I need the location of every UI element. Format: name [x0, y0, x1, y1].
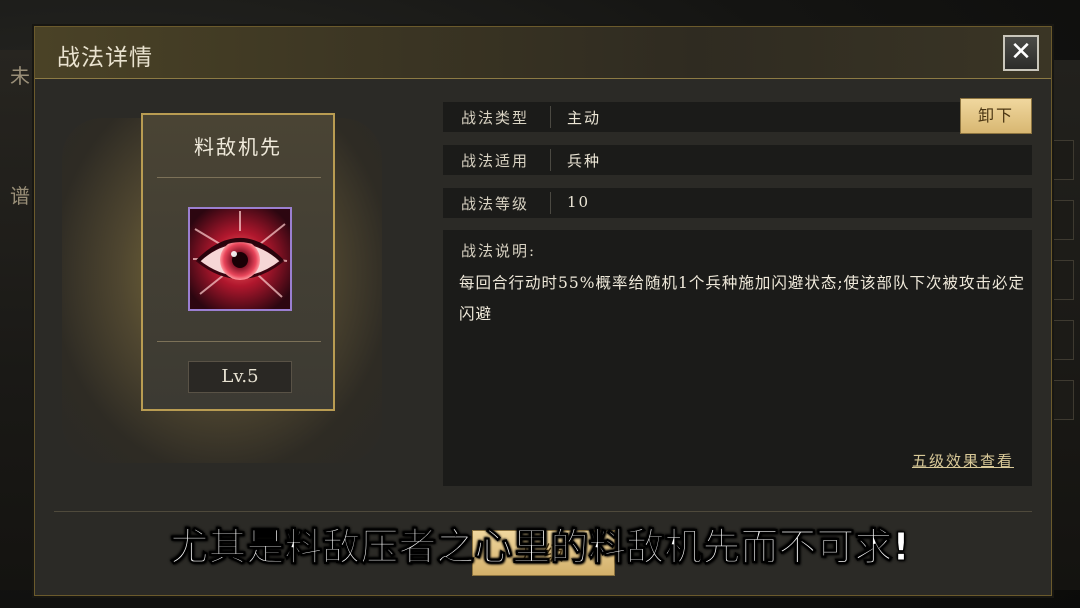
unequip-button[interactable]: 卸下 [960, 98, 1032, 134]
info-label: 战法适用 [461, 152, 530, 170]
info-label: 战法等级 [461, 195, 530, 213]
background-slot [1052, 200, 1074, 240]
info-value: 兵种 [567, 152, 602, 170]
info-separator [550, 106, 551, 128]
background-slot [1052, 380, 1074, 420]
description-box: 战法说明: 每回合行动时55%概率给随机1个兵种施加闪避状态;使该部队下次被攻击… [443, 230, 1032, 486]
bottom-divider [54, 511, 1032, 512]
info-value: 10 [567, 193, 591, 211]
info-separator [550, 149, 551, 171]
card-divider [157, 177, 321, 178]
background-slot [1052, 320, 1074, 360]
info-value: 主动 [567, 109, 602, 127]
info-separator [550, 192, 551, 214]
info-row-type: 战法类型 主动 [443, 102, 1032, 132]
close-button[interactable]: ✕ [1003, 35, 1039, 71]
info-row-applicable: 战法适用 兵种 [443, 145, 1032, 175]
info-label: 战法类型 [461, 109, 530, 127]
video-subtitle: 尤其是料敌压者之心里的料敌机先而不可求! [170, 525, 910, 570]
background-left-text: 未 [10, 64, 30, 88]
card-divider [157, 341, 321, 342]
description-title: 战法说明: [461, 242, 537, 260]
skill-card: 料敌机先 Lv.5 [141, 113, 335, 411]
info-row-level: 战法等级 10 [443, 188, 1032, 218]
dialog-header: 战法详情 ✕ [35, 27, 1051, 79]
background-slot [1052, 140, 1074, 180]
background-slot [1052, 260, 1074, 300]
close-icon: ✕ [1010, 37, 1032, 67]
five-level-effect-link[interactable]: 五级效果查看 [912, 450, 1014, 471]
skill-level: Lv.5 [188, 361, 292, 393]
dialog-title: 战法详情 [57, 45, 153, 71]
description-text: 每回合行动时55%概率给随机1个兵种施加闪避状态;使该部队下次被攻击必定闪避 [459, 274, 1026, 323]
skill-name: 料敌机先 [194, 135, 282, 159]
background-left-text: 谱 [10, 184, 30, 208]
eye-icon[interactable] [188, 207, 292, 311]
